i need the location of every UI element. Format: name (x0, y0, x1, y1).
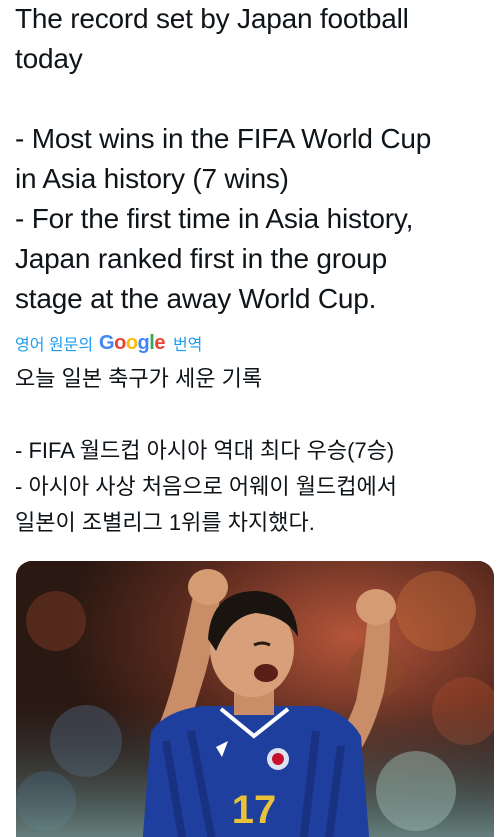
translated-line: 일본이 조별리그 1위를 차지했다. (15, 510, 315, 535)
translated-blank-line (15, 397, 486, 433)
left-fist (188, 569, 228, 605)
tweet-line: stage at the away World Cup. (15, 283, 377, 314)
translated-line: - 아시아 사상 처음으로 어웨이 월드컵에서 (15, 474, 397, 499)
tweet-line: in Asia history (7 wins) (15, 163, 289, 194)
translate-link[interactable]: 영어 원문의 Google 번역 (15, 330, 486, 356)
translated-line: - FIFA 월드컵 아시아 역대 최다 우승(7승) (15, 438, 395, 463)
tweet-line: - Most wins in the FIFA World Cup (15, 123, 432, 154)
tweet-line: - For the first time in Asia history, (15, 203, 414, 234)
tweet-photo[interactable]: 17 (16, 561, 494, 837)
tweet-line: Japan ranked first in the group (15, 243, 388, 274)
translated-text: 오늘 일본 축구가 세운 기록 - FIFA 월드컵 아시아 역대 최다 우승(… (15, 361, 486, 541)
tweet-line: today (15, 43, 83, 74)
tweet-line: The record set by Japan football (15, 3, 409, 34)
translate-prefix: 영어 원문의 (15, 337, 94, 354)
celebrating-player-photo: 17 (16, 561, 494, 837)
right-fist (356, 589, 396, 625)
translated-line: 오늘 일본 축구가 세운 기록 (15, 366, 263, 391)
translate-suffix: 번역 (172, 337, 203, 354)
tweet: The record set by Japan football today -… (0, 0, 500, 837)
jersey-number: 17 (232, 788, 277, 832)
google-logo: Google (99, 332, 165, 354)
tweet-body: The record set by Japan football today -… (15, 0, 486, 319)
